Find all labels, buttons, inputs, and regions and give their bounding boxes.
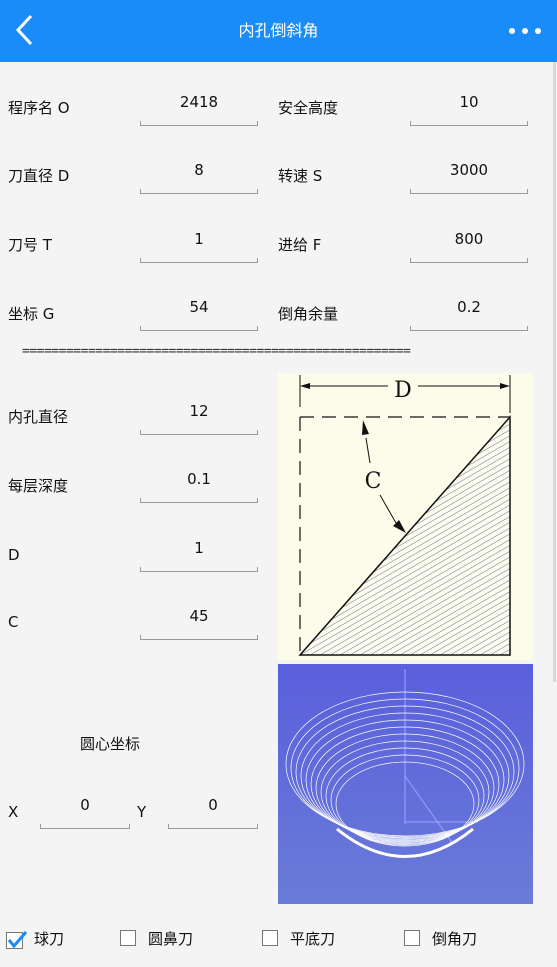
flat-tool-checkbox[interactable]: 平底刀 xyxy=(262,928,362,950)
program-name-label: 程序名 O xyxy=(8,99,70,117)
separator-line: ========================================… xyxy=(22,344,411,359)
toolpath-preview xyxy=(278,664,533,904)
layer-depth-field[interactable]: 0.1 xyxy=(140,469,258,503)
diagram-label-d: D xyxy=(394,378,412,403)
x-label: X xyxy=(8,803,19,821)
safe-height-label: 安全高度 xyxy=(278,99,339,117)
chamfer-tool-checkbox[interactable]: 倒角刀 xyxy=(404,928,504,950)
checkbox-unchecked-icon xyxy=(404,930,420,946)
coordinate-label: 坐标 G xyxy=(8,305,55,323)
y-field[interactable]: 0 xyxy=(168,795,258,829)
spindle-speed-field[interactable]: 3000 xyxy=(410,160,528,194)
more-button[interactable] xyxy=(506,20,546,42)
tool-diameter-field[interactable]: 8 xyxy=(140,160,258,194)
checkbox-unchecked-icon xyxy=(120,930,136,946)
spindle-speed-label: 转速 S xyxy=(278,167,323,185)
c-label: C xyxy=(8,613,19,631)
layer-depth-label: 每层深度 xyxy=(8,477,69,495)
x-field[interactable]: 0 xyxy=(40,795,130,829)
d-label: D xyxy=(8,546,20,564)
tool-number-field[interactable]: 1 xyxy=(140,229,258,263)
inner-diameter-field[interactable]: 12 xyxy=(140,401,258,435)
c-field[interactable]: 45 xyxy=(140,606,258,640)
chamfer-allowance-label: 倒角余量 xyxy=(278,305,339,323)
feed-label: 进给 F xyxy=(278,236,322,254)
center-coordinate-title: 圆心坐标 xyxy=(80,735,141,753)
more-horizontal-icon xyxy=(509,28,541,34)
y-label: Y xyxy=(137,803,147,821)
checkbox-checked-icon xyxy=(6,930,28,949)
safe-height-field[interactable]: 10 xyxy=(410,92,528,126)
d-field[interactable]: 1 xyxy=(140,538,258,572)
chamfer-allowance-field[interactable]: 0.2 xyxy=(410,297,528,331)
coordinate-field[interactable]: 54 xyxy=(140,297,258,331)
chamfer-diagram: D C xyxy=(278,373,533,660)
bull-nose-tool-checkbox[interactable]: 圆鼻刀 xyxy=(120,928,220,950)
program-name-field[interactable]: 2418 xyxy=(140,92,258,126)
checkbox-unchecked-icon xyxy=(262,930,278,946)
page-title: 内孔倒斜角 xyxy=(238,21,319,40)
feed-field[interactable]: 800 xyxy=(410,229,528,263)
ball-tool-checkbox[interactable]: 球刀 xyxy=(6,928,96,950)
scrollbar[interactable] xyxy=(553,62,556,682)
diagram-label-c: C xyxy=(365,469,382,494)
inner-diameter-label: 内孔直径 xyxy=(8,408,69,426)
tool-diameter-label: 刀直径 D xyxy=(8,167,70,185)
tool-number-label: 刀号 T xyxy=(8,236,52,254)
